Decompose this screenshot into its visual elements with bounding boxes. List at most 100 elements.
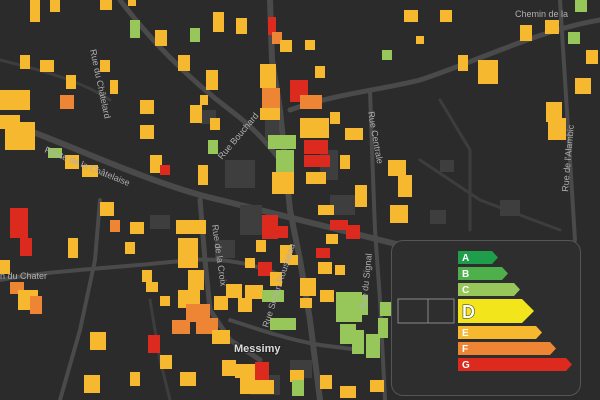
building-class-e[interactable] bbox=[178, 55, 190, 71]
building-class-e[interactable] bbox=[458, 55, 468, 71]
building-class-e[interactable] bbox=[160, 296, 170, 306]
building-class-e[interactable] bbox=[226, 284, 242, 298]
building-class-e[interactable] bbox=[586, 50, 598, 64]
building-class-e[interactable] bbox=[0, 90, 30, 110]
building-class-e[interactable] bbox=[355, 185, 367, 207]
building-class-e[interactable] bbox=[90, 332, 106, 350]
building-class-e[interactable] bbox=[320, 375, 332, 389]
building-class-g[interactable] bbox=[148, 335, 160, 353]
building-class-e[interactable] bbox=[340, 155, 350, 169]
building-class-e[interactable] bbox=[330, 112, 340, 124]
building-class-e[interactable] bbox=[212, 330, 230, 344]
building-class-e[interactable] bbox=[235, 364, 255, 378]
building-class-e[interactable] bbox=[305, 40, 315, 50]
building-class-e[interactable] bbox=[180, 372, 196, 386]
building-class-e[interactable] bbox=[20, 55, 30, 69]
building-class-e[interactable] bbox=[198, 165, 208, 185]
building-class-e[interactable] bbox=[140, 100, 154, 114]
building-class-e[interactable] bbox=[318, 262, 332, 274]
building-class-e[interactable] bbox=[315, 118, 329, 138]
building-class-e[interactable] bbox=[245, 285, 263, 299]
building-class-e[interactable] bbox=[125, 242, 135, 254]
building-class-e[interactable] bbox=[30, 0, 40, 22]
building-class-e[interactable] bbox=[280, 40, 292, 52]
building-class-e[interactable] bbox=[178, 238, 198, 268]
building-class-c[interactable] bbox=[352, 330, 364, 354]
building-class-f[interactable] bbox=[172, 320, 190, 334]
building-class-g[interactable] bbox=[258, 262, 272, 276]
building-class-e[interactable] bbox=[245, 258, 255, 268]
building-class-e[interactable] bbox=[370, 380, 384, 392]
building-class-e[interactable] bbox=[575, 78, 591, 94]
building-class-e[interactable] bbox=[300, 278, 316, 296]
building-class-c[interactable] bbox=[575, 0, 587, 12]
building-class-e[interactable] bbox=[390, 205, 408, 223]
building-class-e[interactable] bbox=[260, 380, 274, 394]
building-class-c[interactable] bbox=[270, 318, 296, 330]
building-class-c[interactable] bbox=[268, 135, 296, 149]
building-class-e[interactable] bbox=[68, 238, 78, 258]
building-class-e[interactable] bbox=[130, 222, 144, 234]
building-class-g[interactable] bbox=[20, 238, 32, 256]
building-class-e[interactable] bbox=[300, 118, 316, 138]
building-class-e[interactable] bbox=[100, 0, 112, 10]
building-class-c[interactable] bbox=[366, 334, 380, 358]
building-class-e[interactable] bbox=[404, 10, 418, 22]
building-class-e[interactable] bbox=[210, 118, 220, 130]
building-class-f[interactable] bbox=[30, 296, 42, 314]
building-class-f[interactable] bbox=[60, 95, 74, 109]
building-class-g[interactable] bbox=[316, 248, 330, 258]
building-class-e[interactable] bbox=[238, 298, 252, 312]
building-class-c[interactable] bbox=[568, 32, 580, 44]
building-class-e[interactable] bbox=[256, 240, 266, 252]
building-class-g[interactable] bbox=[330, 220, 348, 230]
building-class-g[interactable] bbox=[346, 225, 360, 239]
building-class-e[interactable] bbox=[520, 25, 532, 41]
building-class-e[interactable] bbox=[236, 18, 247, 34]
building-class-e[interactable] bbox=[213, 12, 224, 32]
building-class-g[interactable] bbox=[274, 226, 288, 238]
building-class-e[interactable] bbox=[345, 128, 363, 140]
building-class-e[interactable] bbox=[130, 372, 140, 386]
building-class-g[interactable] bbox=[304, 140, 328, 154]
building-class-e[interactable] bbox=[478, 60, 498, 84]
building-class-e[interactable] bbox=[416, 36, 424, 44]
building-class-e[interactable] bbox=[388, 160, 406, 176]
building-class-e[interactable] bbox=[240, 378, 262, 394]
building-class-e[interactable] bbox=[260, 108, 280, 120]
building-class-c[interactable] bbox=[382, 50, 392, 60]
building-class-f[interactable] bbox=[262, 88, 280, 108]
building-class-e[interactable] bbox=[306, 172, 326, 184]
building-class-e[interactable] bbox=[398, 175, 412, 197]
building-class-g[interactable] bbox=[304, 155, 330, 167]
building-class-e[interactable] bbox=[206, 70, 218, 90]
building-class-e[interactable] bbox=[318, 205, 334, 215]
building-class-e[interactable] bbox=[50, 0, 60, 12]
building-class-e[interactable] bbox=[155, 30, 167, 46]
building-class-e[interactable] bbox=[176, 220, 206, 234]
building-class-f[interactable] bbox=[110, 220, 120, 232]
building-class-e[interactable] bbox=[440, 10, 452, 22]
building-class-e[interactable] bbox=[40, 60, 54, 72]
building-class-e[interactable] bbox=[340, 386, 356, 398]
building-class-f[interactable] bbox=[300, 95, 322, 109]
building-class-e[interactable] bbox=[66, 75, 76, 89]
building-class-e[interactable] bbox=[140, 125, 154, 139]
building-class-e[interactable] bbox=[300, 298, 312, 308]
building-class-c[interactable] bbox=[276, 150, 294, 172]
building-class-e[interactable] bbox=[146, 282, 158, 292]
building-class-e[interactable] bbox=[320, 290, 334, 302]
building-class-e[interactable] bbox=[128, 0, 136, 6]
building-class-e[interactable] bbox=[100, 202, 114, 216]
building-class-c[interactable] bbox=[208, 140, 218, 154]
building-class-c[interactable] bbox=[190, 28, 200, 42]
building-class-e[interactable] bbox=[214, 296, 228, 310]
building-class-e[interactable] bbox=[545, 20, 559, 34]
building-class-e[interactable] bbox=[200, 95, 208, 105]
building-class-e[interactable] bbox=[272, 172, 294, 194]
building-class-e[interactable] bbox=[315, 66, 325, 78]
building-class-e[interactable] bbox=[260, 64, 276, 88]
building-class-g[interactable] bbox=[255, 362, 269, 380]
building-class-e[interactable] bbox=[110, 80, 118, 94]
building-class-e[interactable] bbox=[160, 355, 172, 369]
